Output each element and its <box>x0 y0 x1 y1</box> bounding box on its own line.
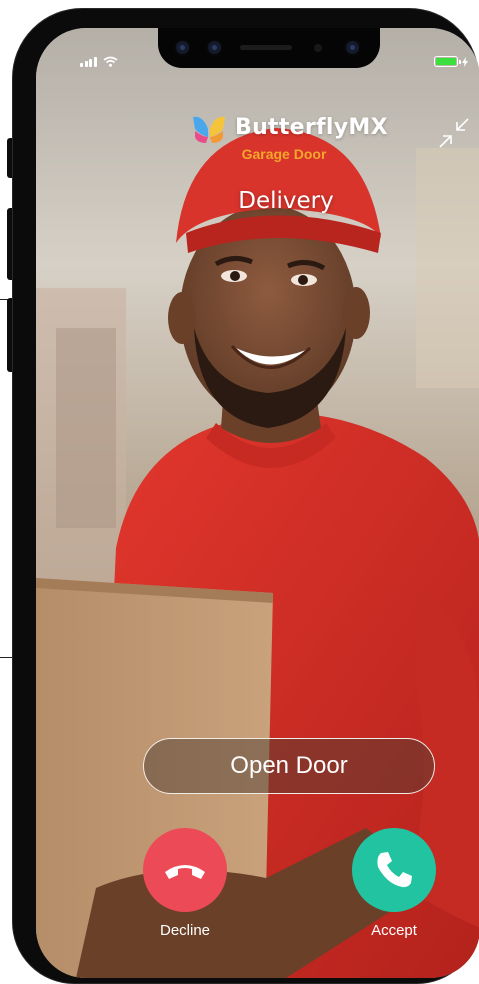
front-camera <box>174 39 191 56</box>
open-door-button[interactable]: Open Door <box>143 738 435 794</box>
phone-hangup-icon <box>165 865 205 879</box>
status-bar-left <box>80 56 118 67</box>
caller-name: Delivery <box>238 188 334 214</box>
phone-frame: ButterflyMX Garage Door Delivery Open Do… <box>12 8 479 984</box>
accept-label: Accept <box>371 922 417 939</box>
phone-icon <box>377 852 412 888</box>
butterfly-logo-icon <box>193 116 225 143</box>
face-sensor <box>206 39 223 56</box>
battery-charging-icon <box>434 56 468 67</box>
signal-bars-icon <box>80 57 97 67</box>
minimize-arrows-icon[interactable] <box>437 116 471 150</box>
dot-projector <box>344 39 361 56</box>
wifi-icon <box>103 56 117 67</box>
decline-label: Decline <box>159 922 211 939</box>
notch <box>158 28 380 68</box>
door-name: Garage Door <box>241 146 327 162</box>
accept-button[interactable] <box>352 828 436 912</box>
battery-level <box>436 58 456 65</box>
proximity-sensor <box>314 44 322 52</box>
charging-bolt-icon <box>462 56 468 67</box>
decline-button[interactable] <box>143 828 227 912</box>
brand-logo: ButterflyMX <box>191 114 401 144</box>
incoming-call-screen: ButterflyMX Garage Door Delivery Open Do… <box>36 28 479 978</box>
earpiece-speaker <box>240 45 292 50</box>
brand-name: ButterflyMX <box>235 115 388 140</box>
open-door-label: Open Door <box>230 752 348 779</box>
